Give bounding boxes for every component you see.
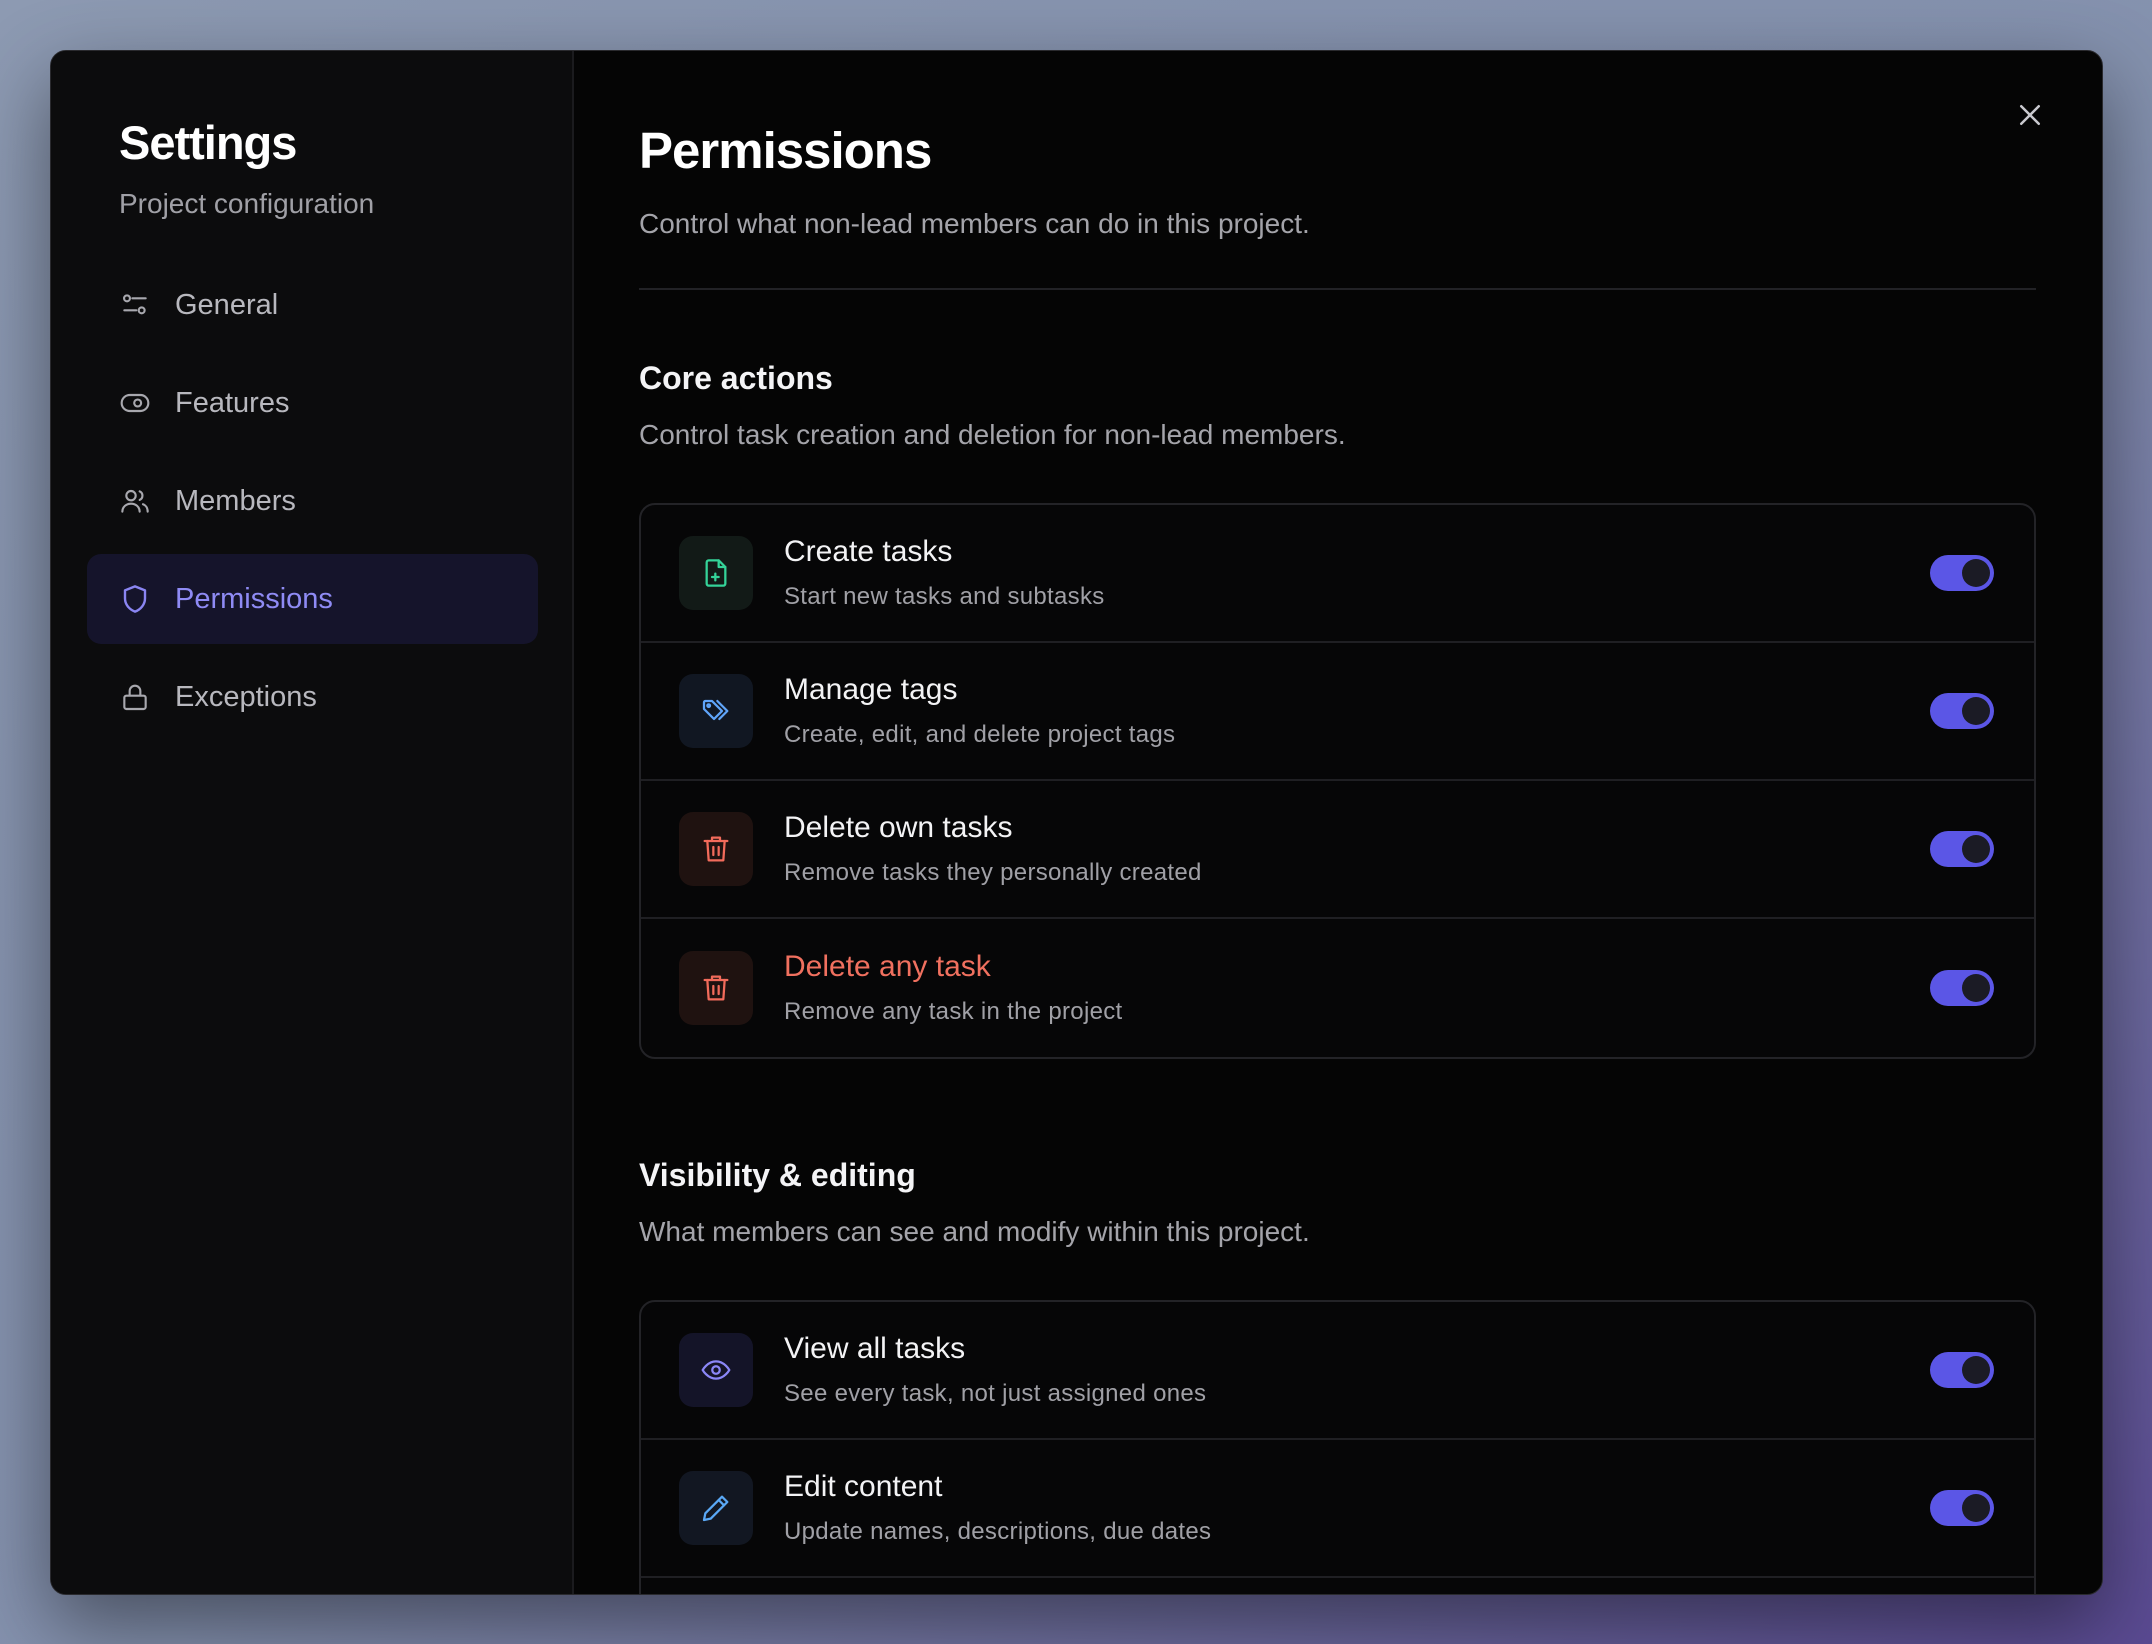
trash-icon — [679, 812, 753, 886]
sidebar-item-label: Features — [175, 386, 290, 419]
view-all-tasks-toggle[interactable] — [1930, 1352, 1994, 1388]
sidebar-title: Settings — [119, 116, 297, 169]
users-icon — [119, 485, 151, 517]
permission-title: Manage tags — [784, 673, 958, 706]
lock-icon — [119, 681, 151, 713]
toggle-icon — [119, 387, 151, 419]
file-plus-icon — [679, 536, 753, 610]
permission-row-view-all-tasks: View all tasks See every task, not just … — [641, 1302, 2034, 1440]
permission-text: Create tasks Start new tasks and subtask… — [784, 535, 1930, 611]
permission-subtitle: Remove any task in the project — [784, 998, 1123, 1025]
permission-title: Delete own tasks — [784, 811, 1013, 844]
settings-modal: Settings Project configuration General F… — [50, 50, 2103, 1595]
sidebar-item-label: Exceptions — [175, 680, 317, 713]
sidebar-item-label: General — [175, 288, 279, 321]
permission-row-edit-content: Edit content Update names, descriptions,… — [641, 1440, 2034, 1578]
sidebar-nav: General Features Members Permissions Exc… — [87, 260, 538, 742]
permission-title: View all tasks — [784, 1332, 966, 1365]
section-visibility-editing: Visibility & editing What members can se… — [639, 1157, 2036, 1594]
permission-title: Edit content — [784, 1470, 943, 1503]
permission-row-delete-any-task: Delete any task Remove any task in the p… — [641, 919, 2034, 1057]
section-description: What members can see and modify within t… — [639, 1216, 1310, 1247]
permission-text: Edit content Update names, descriptions,… — [784, 1470, 1930, 1546]
sliders-icon — [119, 289, 151, 321]
permission-row-create-tasks: Create tasks Start new tasks and subtask… — [641, 505, 2034, 643]
permission-text: Manage tags Create, edit, and delete pro… — [784, 673, 1930, 749]
page-title: Permissions — [639, 122, 932, 179]
manage-tags-toggle[interactable] — [1930, 693, 1994, 729]
settings-sidebar: Settings Project configuration General F… — [51, 51, 574, 1594]
trash-icon — [679, 951, 753, 1025]
sidebar-item-permissions[interactable]: Permissions — [87, 554, 538, 644]
permission-subtitle: See every task, not just assigned ones — [784, 1380, 1207, 1407]
pencil-icon — [679, 1471, 753, 1545]
section-title: Core actions — [639, 360, 833, 396]
section-title: Visibility & editing — [639, 1157, 916, 1193]
permissions-panel: Permissions Control what non-lead member… — [574, 51, 2102, 1594]
close-icon — [2020, 105, 2040, 125]
permission-subtitle: Create, edit, and delete project tags — [784, 721, 1176, 748]
permission-text: Delete own tasks Remove tasks they perso… — [784, 811, 1930, 887]
eye-icon — [679, 1333, 753, 1407]
permission-row-delete-own-tasks: Delete own tasks Remove tasks they perso… — [641, 781, 2034, 919]
permissions-card: View all tasks See every task, not just … — [639, 1300, 2036, 1594]
delete-any-task-toggle[interactable] — [1930, 970, 1994, 1006]
close-button[interactable] — [2008, 93, 2052, 137]
sidebar-item-label: Members — [175, 484, 296, 517]
permission-title: Create tasks — [784, 535, 953, 568]
edit-content-toggle[interactable] — [1930, 1490, 1994, 1526]
permission-row-partial — [641, 1578, 2034, 1594]
permission-row-manage-tags: Manage tags Create, edit, and delete pro… — [641, 643, 2034, 781]
permission-title: Delete any task — [784, 950, 991, 983]
permission-subtitle: Remove tasks they personally created — [784, 859, 1202, 886]
sidebar-item-general[interactable]: General — [87, 260, 538, 350]
sidebar-item-members[interactable]: Members — [87, 456, 538, 546]
sidebar-subtitle: Project configuration — [119, 188, 375, 219]
create-tasks-toggle[interactable] — [1930, 555, 1994, 591]
permissions-card: Create tasks Start new tasks and subtask… — [639, 503, 2036, 1059]
section-description: Control task creation and deletion for n… — [639, 419, 1346, 450]
page-description: Control what non-lead members can do in … — [639, 208, 1310, 239]
permission-subtitle: Update names, descriptions, due dates — [784, 1518, 1212, 1545]
sidebar-item-exceptions[interactable]: Exceptions — [87, 652, 538, 742]
section-core-actions: Core actions Control task creation and d… — [639, 360, 2036, 1059]
divider — [639, 288, 2036, 290]
shield-icon — [119, 583, 151, 615]
tags-icon — [679, 674, 753, 748]
delete-own-tasks-toggle[interactable] — [1930, 831, 1994, 867]
sidebar-item-label: Permissions — [175, 582, 333, 615]
sidebar-item-features[interactable]: Features — [87, 358, 538, 448]
permission-text: View all tasks See every task, not just … — [784, 1332, 1930, 1408]
permission-subtitle: Start new tasks and subtasks — [784, 583, 1105, 610]
permission-text: Delete any task Remove any task in the p… — [784, 950, 1930, 1026]
